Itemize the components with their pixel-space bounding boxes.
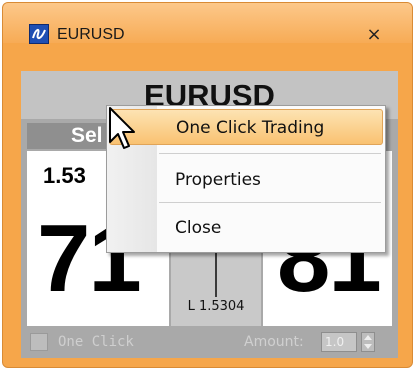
sell-label: Sel: [71, 124, 103, 147]
menu-item-label: One Click Trading: [176, 118, 325, 138]
menu-separator: [159, 153, 381, 154]
menu-item-one-click-trading[interactable]: One Click Trading: [109, 109, 383, 145]
spread-indicator: L 1.5304: [171, 249, 261, 326]
sell-price-prefix: 1.53: [43, 163, 86, 188]
one-click-label: One Click: [58, 334, 134, 350]
menu-item-properties[interactable]: Properties: [109, 162, 383, 198]
spread-line: [215, 249, 217, 297]
amount-label: Amount:: [244, 334, 304, 350]
spin-up-icon[interactable]: [364, 335, 372, 340]
mouse-pointer-icon: [109, 107, 135, 149]
low-price-label: L 1.5304: [187, 299, 245, 314]
menu-item-label: Properties: [175, 170, 261, 190]
close-icon[interactable]: ×: [360, 23, 388, 47]
amount-spinner[interactable]: [361, 332, 375, 352]
menu-item-label: Close: [175, 218, 222, 238]
menu-separator: [159, 202, 381, 203]
app-logo-icon: [29, 24, 49, 44]
amount-input[interactable]: 1.0: [321, 332, 357, 352]
spin-down-icon[interactable]: [364, 344, 372, 349]
window-title: EURUSD: [57, 26, 125, 43]
menu-item-close[interactable]: Close: [109, 210, 383, 246]
bottom-bar: One Click Amount: 1.0: [21, 329, 398, 358]
one-click-checkbox[interactable]: [30, 333, 48, 351]
context-menu: One Click Trading Properties Close: [106, 105, 386, 253]
